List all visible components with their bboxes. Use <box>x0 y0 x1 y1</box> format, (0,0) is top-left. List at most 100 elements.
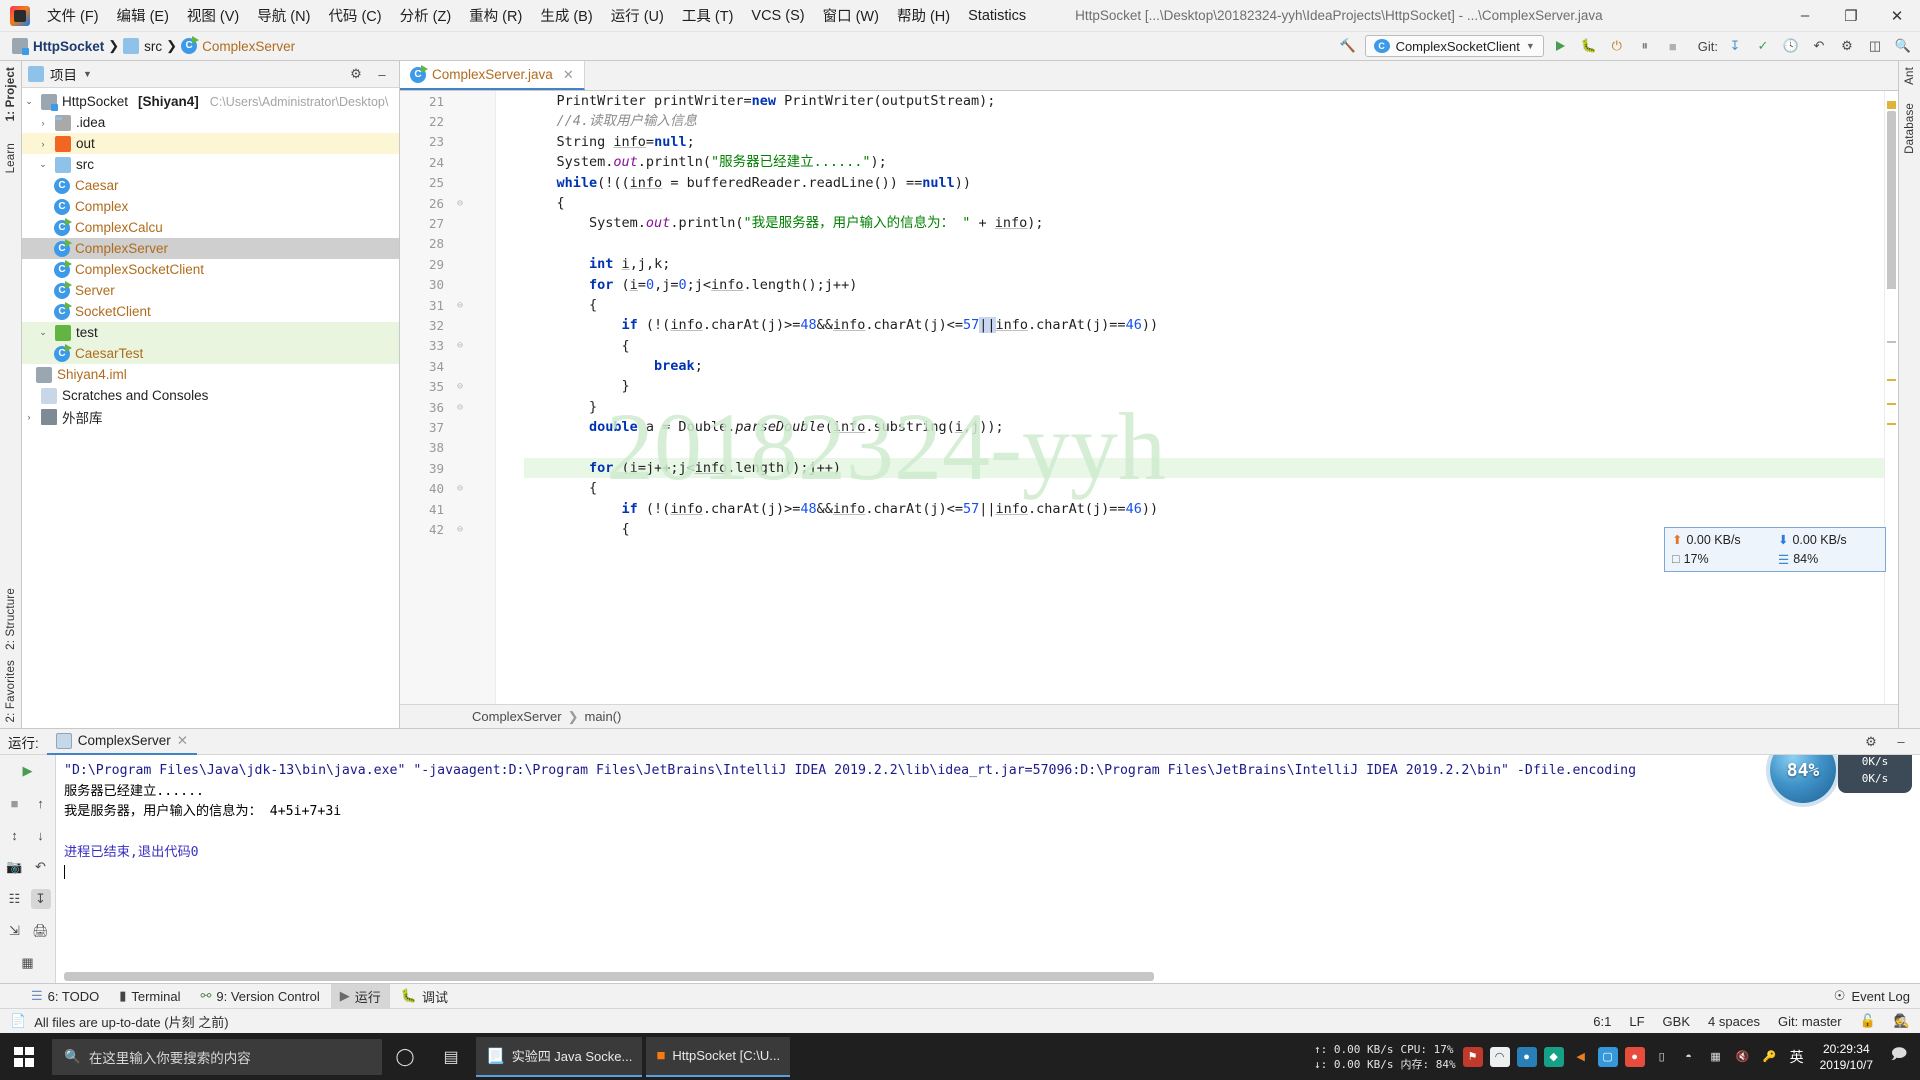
run-button[interactable] <box>1550 35 1572 57</box>
camera-icon[interactable]: 📷 <box>5 857 25 877</box>
tool-tab-favorites[interactable]: 2: Favorites <box>5 660 17 722</box>
monitor-icon[interactable]: ◠ <box>1489 1046 1510 1067</box>
scroll-down-icon[interactable]: ↓ <box>31 825 51 845</box>
rerun-button[interactable]: ▶ <box>18 761 38 781</box>
menu-bar[interactable]: 文件 (F) 编辑 (E) 视图 (V) 导航 (N) 代码 (C) 分析 (Z… <box>38 0 1035 31</box>
trace-over-icon[interactable]: ↕ <box>5 825 25 845</box>
menu-item-build[interactable]: 生成 (B) <box>531 0 601 31</box>
undo-icon[interactable]: ↶ <box>1808 35 1830 57</box>
tree-node-shiyan4-iml[interactable]: Shiyan4.iml <box>22 364 399 385</box>
scroll-up-icon[interactable]: ↑ <box>31 793 51 813</box>
close-button[interactable]: ✕ <box>1874 0 1920 32</box>
menu-item-run[interactable]: 运行 (U) <box>602 0 673 31</box>
tree-node-server[interactable]: C Server <box>22 280 399 301</box>
tree-node-complex[interactable]: C Complex <box>22 196 399 217</box>
chevron-down-icon[interactable]: ⌄ <box>36 159 50 170</box>
tree-node-caesar[interactable]: C Caesar <box>22 175 399 196</box>
git-commit-icon[interactable]: ✓ <box>1752 35 1774 57</box>
tree-node-caesartest[interactable]: C CaesarTest <box>22 343 399 364</box>
tool-tab-learn[interactable]: Learn <box>5 143 17 173</box>
wifi-icon[interactable]: ◓ <box>1679 1047 1699 1067</box>
taskbar-clock[interactable]: 20:29:34 2019/10/7 <box>1814 1041 1879 1073</box>
task-view-icon[interactable]: ▤ <box>428 1033 474 1080</box>
fold-icon[interactable]: ⊖ <box>448 524 472 535</box>
close-icon[interactable]: ✕ <box>177 733 188 749</box>
layout-icon[interactable]: ◫ <box>1864 35 1886 57</box>
git-branch[interactable]: Git: master <box>1778 1014 1842 1029</box>
editor-breadcrumb-method[interactable]: main() <box>585 709 622 724</box>
hide-panel-icon[interactable]: – <box>1890 731 1912 753</box>
editor-breadcrumb-class[interactable]: ComplexServer <box>472 709 562 724</box>
tray-network-rates[interactable]: ↑: 0.00 KB/s ↓: 0.00 KB/s <box>1314 1042 1393 1072</box>
key-icon[interactable]: 🔑 <box>1760 1047 1780 1067</box>
tree-node-httpsocket[interactable]: ⌄ HttpSocket [Shiyan4] C:\Users\Administ… <box>22 91 399 112</box>
chevron-right-icon[interactable]: › <box>22 412 36 422</box>
print-icon[interactable]: 🖨 <box>31 921 51 941</box>
run-with-coverage-button[interactable]: ⏻ <box>1606 35 1628 57</box>
run-configuration-selector[interactable]: C ComplexSocketClient ▼ <box>1364 35 1544 57</box>
bottom-tab-terminal[interactable]: ▮ Terminal <box>110 985 189 1007</box>
git-update-icon[interactable]: ↧ <box>1724 35 1746 57</box>
settings-icon[interactable]: ⚙ <box>1836 35 1858 57</box>
tool-tab-project[interactable]: 1: Project <box>5 67 17 121</box>
notification-center-icon[interactable]: 🗩 <box>1886 1033 1912 1080</box>
menu-item-edit[interactable]: 编辑 (E) <box>108 0 178 31</box>
settings-gear-icon[interactable]: ⚙ <box>345 63 367 85</box>
stop-button[interactable]: ■ <box>5 793 25 813</box>
tree-node-test[interactable]: ⌄ test <box>22 322 399 343</box>
taskbar-search-input[interactable]: 🔍 在这里输入你要搜索的内容 <box>52 1038 382 1075</box>
editor-marker-bar[interactable] <box>1884 91 1898 704</box>
menu-item-refactor[interactable]: 重构 (R) <box>460 0 531 31</box>
scroll-to-end-icon[interactable]: ↧ <box>30 889 51 909</box>
fold-icon[interactable]: ⊖ <box>448 198 472 209</box>
menu-item-file[interactable]: 文件 (F) <box>38 0 108 31</box>
console-output[interactable]: "D:\Program Files\Java\jdk-13\bin\java.e… <box>56 755 1920 983</box>
git-history-icon[interactable]: 🕓 <box>1780 35 1802 57</box>
soft-wrap-icon[interactable]: ↶ <box>31 857 51 877</box>
bottom-tab-debug[interactable]: 🐛 调试 <box>392 984 457 1009</box>
fold-icon[interactable]: ⊖ <box>448 483 472 494</box>
bottom-tab-version-control[interactable]: ⚯ 9: Version Control <box>191 985 328 1007</box>
code-text-area[interactable]: 20182324-yyh PrintWriter printWriter=new… <box>496 91 1884 704</box>
line-separator[interactable]: LF <box>1629 1014 1644 1029</box>
menu-item-statistics[interactable]: Statistics <box>959 3 1035 29</box>
menu-item-help[interactable]: 帮助 (H) <box>888 0 959 31</box>
debug-button[interactable]: 🐛 <box>1578 35 1600 57</box>
menu-item-window[interactable]: 窗口 (W) <box>814 0 888 31</box>
change-marker[interactable] <box>1887 341 1896 343</box>
chevron-down-icon[interactable]: ▼ <box>83 69 92 79</box>
breadcrumb-class[interactable]: C ComplexServer <box>177 36 299 54</box>
caret-position[interactable]: 6:1 <box>1593 1014 1611 1029</box>
hide-panel-icon[interactable]: – <box>371 63 393 85</box>
qq-icon[interactable]: ● <box>1624 1046 1645 1067</box>
editor-body[interactable]: 21 22 23 24 25 26 ⊖ 27 28 29 30 31 ⊖ 32 33… <box>400 91 1898 704</box>
taskbar-app-intellij[interactable]: ■ HttpSocket [C:\U... <box>646 1036 791 1077</box>
close-icon[interactable]: ✕ <box>563 67 574 83</box>
fold-icon[interactable]: ⊖ <box>448 300 472 311</box>
mute-icon[interactable]: 🔇 <box>1733 1047 1753 1067</box>
menu-item-analyze[interactable]: 分析 (Z) <box>391 0 461 31</box>
inspector-icon[interactable]: 🕵 <box>1894 1013 1910 1029</box>
unlock-icon[interactable]: 🔓 <box>1860 1013 1876 1029</box>
tool-tab-structure[interactable]: 2: Structure <box>5 588 17 650</box>
tree-node-idea[interactable]: › .idea <box>22 112 399 133</box>
menu-item-view[interactable]: 视图 (V) <box>178 0 248 31</box>
build-hammer-icon[interactable]: 🔨 <box>1337 35 1359 57</box>
breadcrumb-src[interactable]: src <box>119 38 166 54</box>
search-icon[interactable]: 🔍 <box>1892 35 1914 57</box>
chevron-down-icon[interactable]: ⌄ <box>36 327 50 338</box>
tree-node-complexserver[interactable]: C ComplexServer <box>22 238 399 259</box>
maximize-button[interactable]: ❐ <box>1828 0 1874 32</box>
layout-icon[interactable]: ▦ <box>18 953 38 973</box>
warning-marker[interactable] <box>1887 101 1896 109</box>
tree-node-socketclient[interactable]: C SocketClient <box>22 301 399 322</box>
tree-node-out[interactable]: › out <box>22 133 399 154</box>
settings-gear-icon[interactable]: ⚙ <box>1860 731 1882 753</box>
cortana-icon[interactable]: ◯ <box>382 1033 428 1080</box>
system-monitor-widget[interactable]: ⬆ 0.00 KB/s ⬇ 0.00 KB/s □ 17% ☰ 84% <box>1664 527 1886 572</box>
chevron-down-icon[interactable]: ⌄ <box>22 96 36 107</box>
shield-icon[interactable]: ◆ <box>1543 1046 1564 1067</box>
tool-tab-ant[interactable]: Ant <box>1904 67 1916 85</box>
editor-gutter[interactable]: 21 22 23 24 25 26 ⊖ 27 28 29 30 31 ⊖ 32 33… <box>400 91 496 704</box>
tree-node-scratches[interactable]: Scratches and Consoles <box>22 385 399 406</box>
